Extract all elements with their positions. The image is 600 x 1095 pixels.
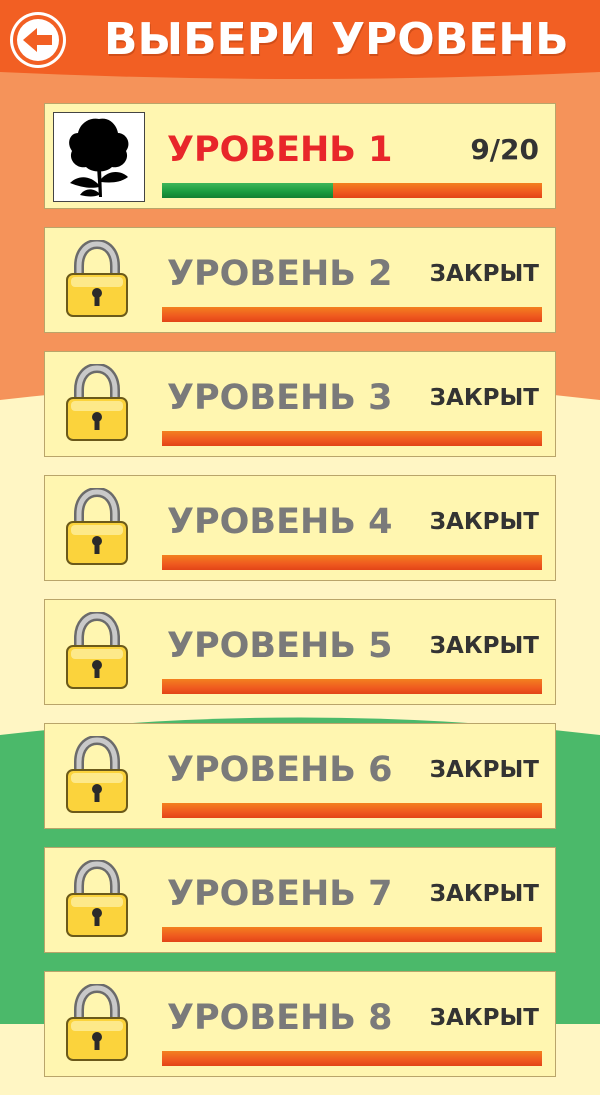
level-status: ЗАКРЫТ xyxy=(429,633,539,659)
level-title: УРОВЕНЬ 8 xyxy=(167,998,393,1038)
level-title: УРОВЕНЬ 7 xyxy=(167,874,393,914)
level-title: УРОВЕНЬ 3 xyxy=(167,378,393,418)
level-card-6[interactable]: УРОВЕНЬ 6 ЗАКРЫТ xyxy=(44,723,556,829)
level-title: УРОВЕНЬ 4 xyxy=(167,502,393,542)
level-score: 9/20 xyxy=(470,133,539,166)
level-progress-bar xyxy=(162,803,542,818)
level-card-5[interactable]: УРОВЕНЬ 5 ЗАКРЫТ xyxy=(44,599,556,705)
rose-silhouette-icon xyxy=(69,118,129,197)
level-progress-bar xyxy=(162,927,542,942)
padlock-icon xyxy=(66,612,128,689)
page-title: ВЫБЕРИ УРОВЕНЬ xyxy=(104,14,569,65)
level-card-3[interactable]: УРОВЕНЬ 3 ЗАКРЫТ xyxy=(44,351,556,457)
padlock-icon xyxy=(66,364,128,441)
padlock-icon xyxy=(66,736,128,813)
level-status: ЗАКРЫТ xyxy=(429,1005,539,1031)
level-progress-bar xyxy=(162,679,542,694)
level-status: ЗАКРЫТ xyxy=(429,757,539,783)
level-progress-fill xyxy=(162,183,333,198)
arrow-left-icon xyxy=(13,15,63,65)
level-card-2[interactable]: УРОВЕНЬ 2 ЗАКРЫТ xyxy=(44,227,556,333)
level-status: ЗАКРЫТ xyxy=(429,385,539,411)
level-card-8[interactable]: УРОВЕНЬ 8 ЗАКРЫТ xyxy=(44,971,556,1077)
padlock-icon xyxy=(66,240,128,317)
level-title: УРОВЕНЬ 6 xyxy=(167,750,393,790)
padlock-icon xyxy=(66,488,128,565)
level-title: УРОВЕНЬ 2 xyxy=(167,254,393,294)
level-status: ЗАКРЫТ xyxy=(429,509,539,535)
padlock-icon xyxy=(66,860,128,937)
header-bar: ВЫБЕРИ УРОВЕНЬ xyxy=(0,0,600,80)
level-status: ЗАКРЫТ xyxy=(429,261,539,287)
level-title: УРОВЕНЬ 5 xyxy=(167,626,393,666)
level-progress-bar xyxy=(162,183,542,198)
level-status: ЗАКРЫТ xyxy=(429,881,539,907)
level-title: УРОВЕНЬ 1 xyxy=(167,130,393,170)
padlock-icon xyxy=(66,984,128,1061)
level-list: УРОВЕНЬ 1 9/20 УРОВЕНЬ 2 ЗАКРЫТ УРОВЕНЬ … xyxy=(44,103,556,1095)
back-button[interactable] xyxy=(10,12,66,68)
level-card-7[interactable]: УРОВЕНЬ 7 ЗАКРЫТ xyxy=(44,847,556,953)
level-card-4[interactable]: УРОВЕНЬ 4 ЗАКРЫТ xyxy=(44,475,556,581)
level-progress-bar xyxy=(162,555,542,570)
level-progress-bar xyxy=(162,307,542,322)
level-progress-bar xyxy=(162,431,542,446)
level-thumbnail xyxy=(53,112,145,202)
level-progress-bar xyxy=(162,1051,542,1066)
level-card-1[interactable]: УРОВЕНЬ 1 9/20 xyxy=(44,103,556,209)
